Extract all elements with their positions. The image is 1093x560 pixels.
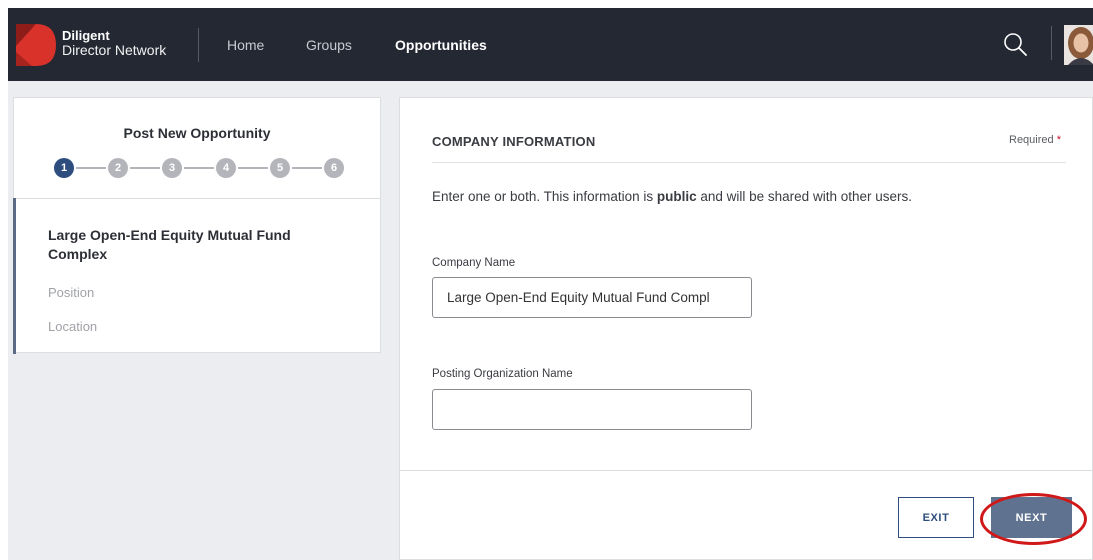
- step-connector: [184, 167, 214, 169]
- summary-company-name: Large Open-End Equity Mutual Fund Comple…: [48, 227, 291, 262]
- top-navigation-bar: Diligent Director Network Home Groups Op…: [8, 8, 1093, 81]
- required-indicator: Required *: [1009, 134, 1061, 146]
- summary-position: Position: [48, 285, 95, 300]
- brand-line-2: Director Network: [62, 41, 167, 58]
- step-connector: [238, 167, 268, 169]
- step-connector: [76, 167, 106, 169]
- nav-divider: [198, 28, 199, 62]
- step-3[interactable]: 3: [162, 158, 182, 178]
- search-icon[interactable]: [1001, 30, 1029, 58]
- required-label: Required: [1009, 134, 1054, 146]
- step-2[interactable]: 2: [108, 158, 128, 178]
- step-1[interactable]: 1: [54, 158, 74, 178]
- nav-item-groups[interactable]: Groups: [306, 37, 352, 53]
- brand-name: Diligent Director Network: [62, 29, 166, 57]
- summary-location: Location: [48, 319, 98, 334]
- wizard-sidebar: Post New Opportunity 1 2 3 4 5 6 Large O…: [13, 97, 381, 354]
- posting-organization-input[interactable]: [432, 389, 752, 430]
- nav-divider-right: [1051, 26, 1052, 60]
- exit-button[interactable]: EXIT: [898, 497, 974, 538]
- wizard-title: Post New Opportunity: [123, 125, 271, 141]
- required-asterisk: *: [1056, 134, 1061, 146]
- step-5[interactable]: 5: [270, 158, 290, 178]
- help-text-suffix: and will be shared with other users.: [696, 189, 912, 204]
- user-avatar[interactable]: [1064, 25, 1093, 65]
- step-indicator: 1 2 3 4 5 6: [54, 158, 344, 178]
- diligent-logo-icon[interactable]: [14, 22, 58, 68]
- next-button[interactable]: NEXT: [991, 497, 1072, 538]
- help-text-public: public: [656, 189, 697, 204]
- sidebar-divider: [14, 198, 380, 199]
- step-connector: [130, 167, 160, 169]
- help-text: Enter one or both. This information is p…: [432, 189, 912, 204]
- nav-item-home[interactable]: Home: [227, 37, 264, 53]
- section-title: COMPANY INFORMATION: [432, 134, 596, 149]
- posting-organization-label: Posting Organization Name: [432, 368, 573, 380]
- current-section-indicator: [13, 198, 16, 354]
- footer-divider: [400, 470, 1092, 471]
- company-name-label: Company Name: [432, 257, 516, 269]
- brand-line-1: Diligent: [62, 28, 110, 43]
- nav-item-opportunities[interactable]: Opportunities: [395, 37, 487, 53]
- help-text-prefix: Enter one or both. This information is: [432, 189, 657, 204]
- section-divider: [432, 162, 1066, 163]
- step-4[interactable]: 4: [216, 158, 236, 178]
- step-connector: [292, 167, 322, 169]
- company-information-form: COMPANY INFORMATION Required * Enter one…: [399, 97, 1093, 560]
- company-name-input[interactable]: [432, 277, 752, 318]
- step-6[interactable]: 6: [324, 158, 344, 178]
